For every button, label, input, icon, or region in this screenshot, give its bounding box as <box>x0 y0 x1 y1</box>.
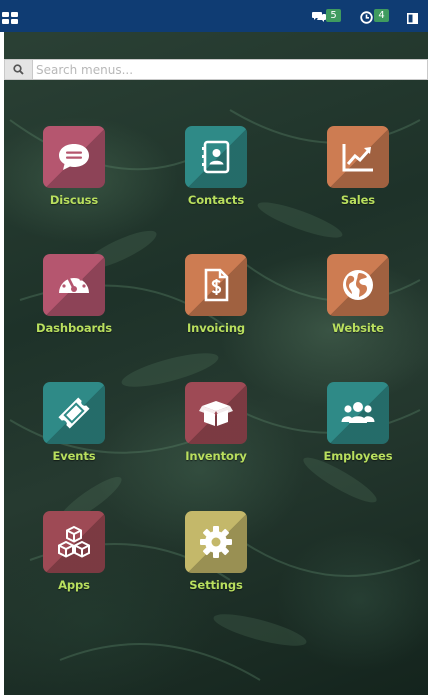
app-invoicing[interactable]: Invoicing <box>170 254 262 350</box>
search-button[interactable] <box>5 60 33 79</box>
app-label: Events <box>52 449 96 463</box>
app-employees[interactable]: Employees <box>312 382 404 478</box>
messaging-menu[interactable]: 5 <box>312 9 344 27</box>
website-tile <box>327 254 389 316</box>
app-contacts[interactable]: Contacts <box>170 126 262 222</box>
panel-toggle-icon[interactable] <box>407 13 418 24</box>
app-sales[interactable]: Sales <box>312 126 404 222</box>
app-label: Website <box>332 321 384 335</box>
top-navbar: 5 4 <box>0 0 428 32</box>
app-apps[interactable]: Apps <box>28 511 120 607</box>
search-icon <box>13 64 24 75</box>
ticket-icon <box>58 397 90 429</box>
trend-chart-icon <box>342 144 373 172</box>
employees-tile <box>327 382 389 444</box>
gauge-icon <box>59 274 89 293</box>
app-label: Sales <box>340 193 376 207</box>
app-label: Invoicing <box>186 321 246 335</box>
invoicing-tile <box>185 254 247 316</box>
app-label: Inventory <box>185 449 247 463</box>
cubes-icon <box>58 525 90 558</box>
inventory-tile <box>185 382 247 444</box>
app-events[interactable]: Events <box>28 382 120 478</box>
search-bar <box>4 59 428 80</box>
globe-icon <box>343 270 373 300</box>
app-label: Apps <box>58 578 90 592</box>
events-tile <box>43 382 105 444</box>
left-edge-bar <box>0 32 4 695</box>
app-settings[interactable]: Settings <box>170 511 262 607</box>
contacts-tile <box>185 126 247 188</box>
app-website[interactable]: Website <box>312 254 404 350</box>
box-icon <box>199 401 233 426</box>
apps-grid-icon[interactable] <box>2 12 18 26</box>
app-label: Contacts <box>187 193 245 207</box>
invoice-dollar-icon <box>204 268 229 302</box>
app-label: Settings <box>189 578 243 592</box>
app-label: Dashboards <box>36 321 112 335</box>
app-discuss[interactable]: Discuss <box>28 126 120 222</box>
app-label: Discuss <box>49 193 99 207</box>
sales-tile <box>327 126 389 188</box>
activity-menu[interactable]: 4 <box>360 9 392 27</box>
discuss-tile <box>43 126 105 188</box>
chat-icon <box>312 12 326 22</box>
settings-tile <box>185 511 247 573</box>
app-dashboards[interactable]: Dashboards <box>28 254 120 350</box>
users-icon <box>341 402 375 423</box>
address-book-icon <box>202 140 230 174</box>
gear-icon <box>200 526 232 558</box>
activity-count-badge: 4 <box>374 9 389 22</box>
apps-tile <box>43 511 105 573</box>
search-input[interactable] <box>33 60 428 79</box>
app-label: Employees <box>323 449 393 463</box>
chat-bubble-icon <box>59 144 89 170</box>
clock-icon <box>360 11 373 24</box>
chat-count-badge: 5 <box>326 9 341 22</box>
dashboards-tile <box>43 254 105 316</box>
app-inventory[interactable]: Inventory <box>170 382 262 478</box>
